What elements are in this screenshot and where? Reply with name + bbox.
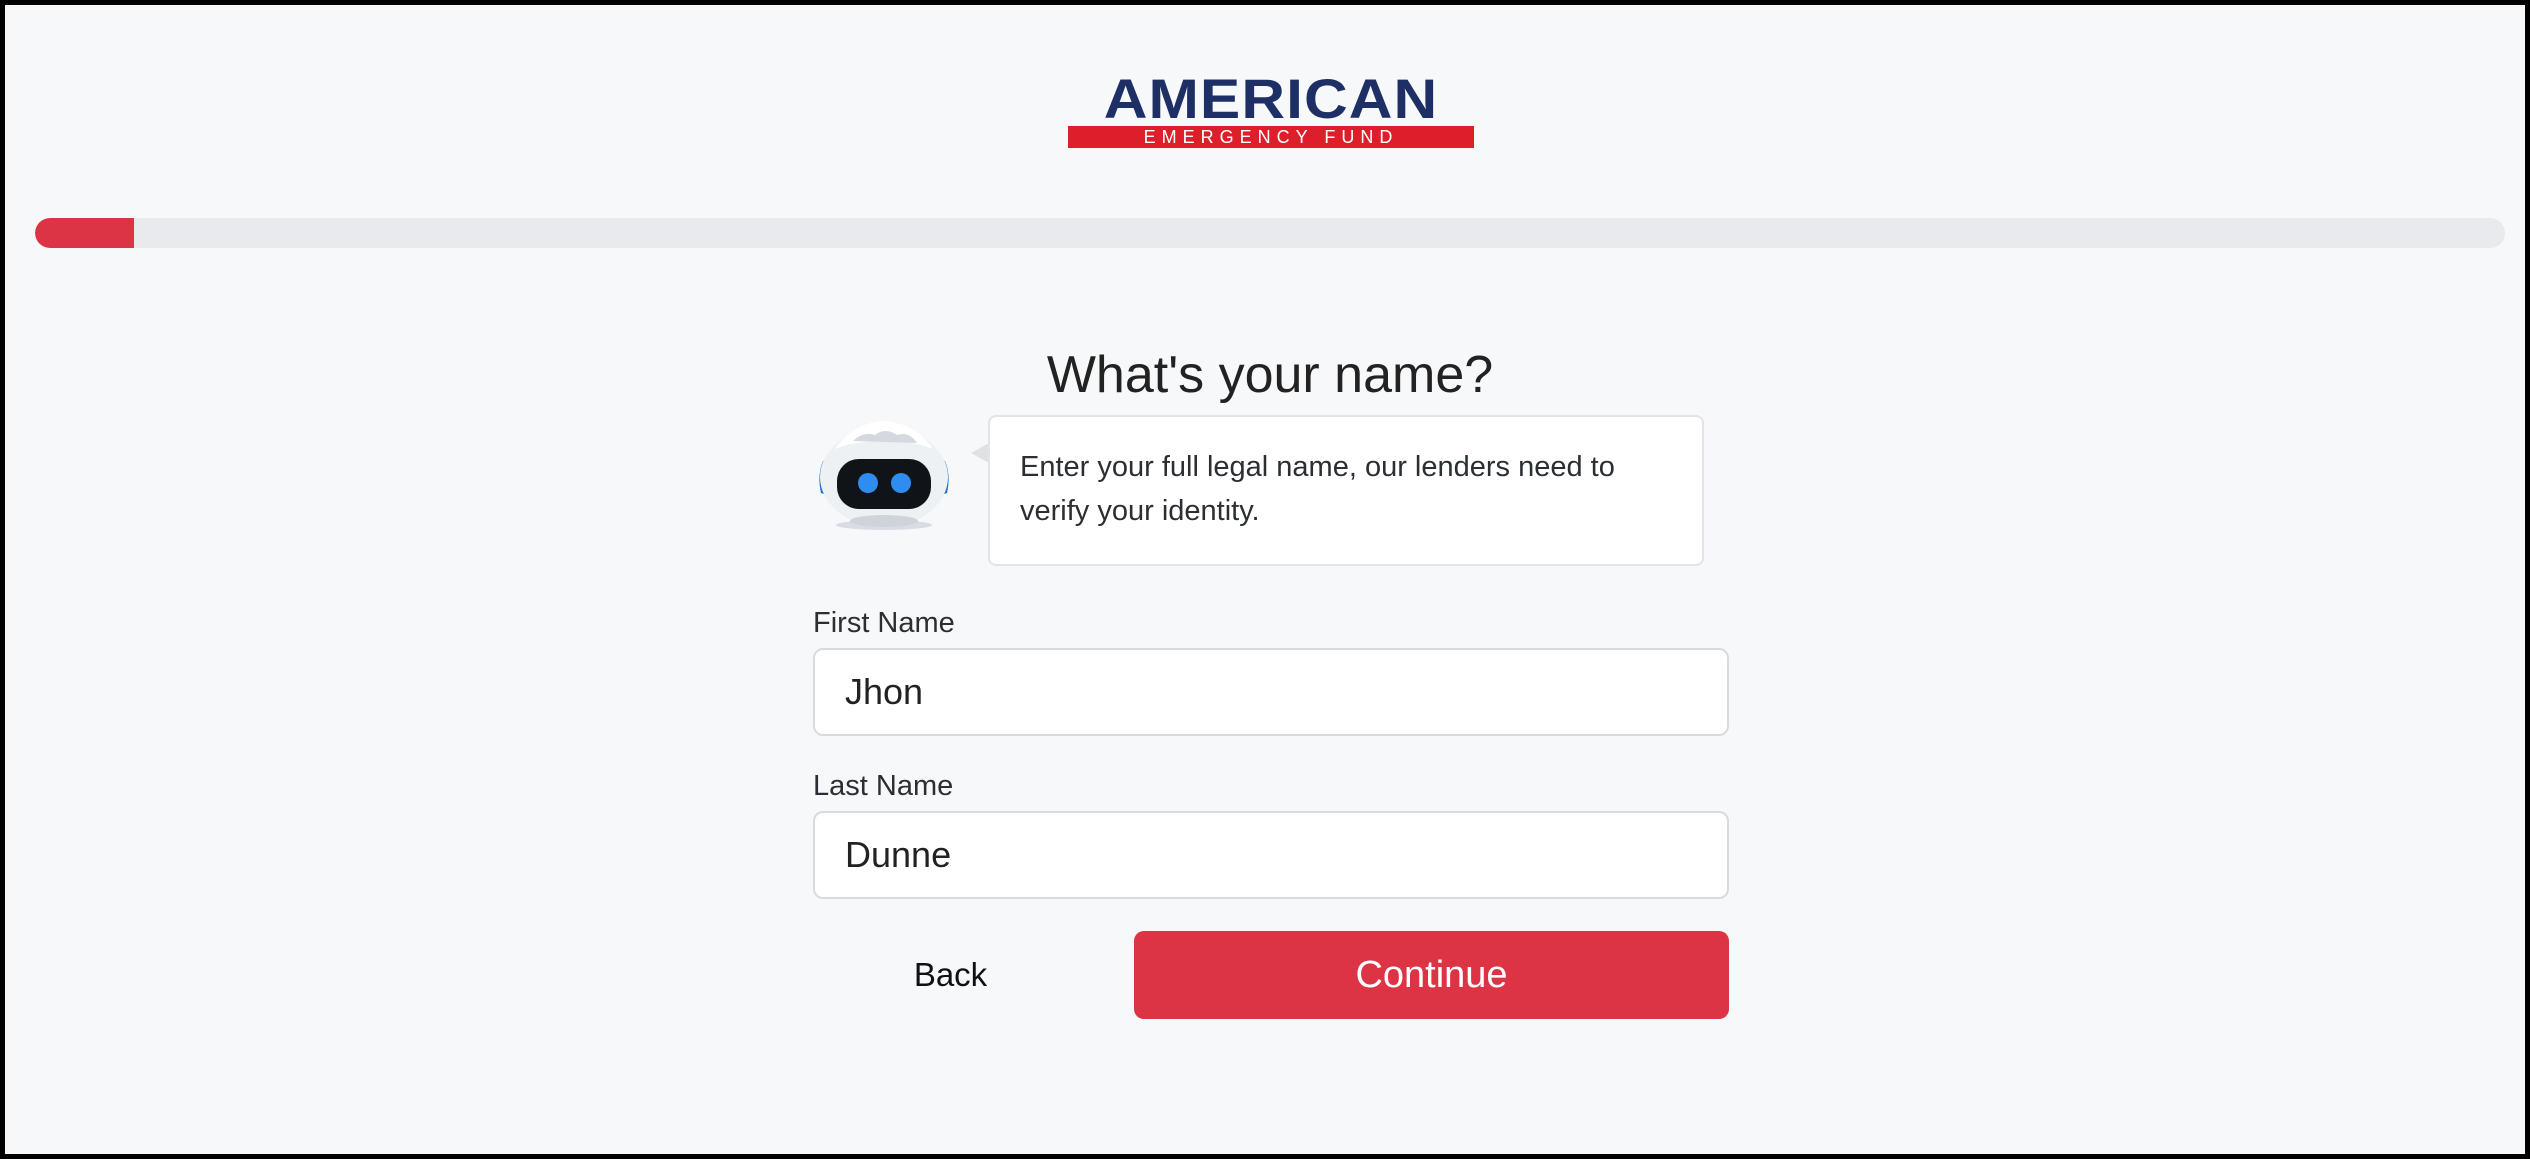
continue-button[interactable]: Continue <box>1134 931 1729 1019</box>
speech-bubble-tail <box>971 443 989 463</box>
last-name-label: Last Name <box>813 770 954 802</box>
page-title: What's your name? <box>1046 345 1494 404</box>
back-button[interactable]: Back <box>813 931 1088 1019</box>
first-name-input[interactable] <box>813 648 1729 736</box>
progress-bar <box>35 218 2505 248</box>
assistant-message: Enter your full legal name, our lenders … <box>988 415 1704 566</box>
first-name-label: First Name <box>813 607 955 639</box>
robot-icon <box>813 413 955 531</box>
progress-bar-fill <box>35 218 134 248</box>
last-name-input[interactable] <box>813 811 1729 899</box>
logo-wordmark: AMERICAN <box>1103 67 1439 130</box>
brand-logo: AMERICAN EMERGENCY FUND <box>1068 71 1474 149</box>
